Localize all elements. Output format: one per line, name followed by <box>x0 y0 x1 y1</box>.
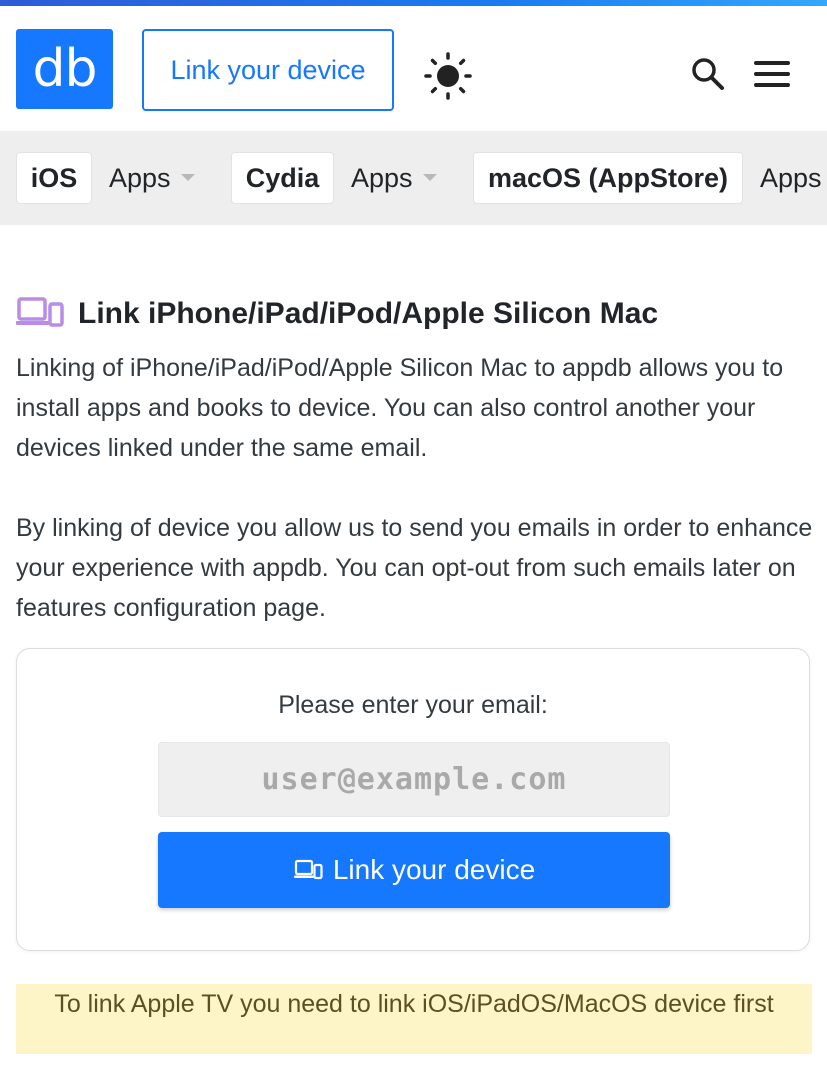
devices-icon <box>16 297 64 327</box>
nav-pill-ios[interactable]: iOS <box>16 152 92 204</box>
consent-paragraph: By linking of device you allow us to sen… <box>16 514 813 622</box>
caret-down-icon <box>180 174 195 182</box>
email-field-label: Please enter your email: <box>278 691 548 719</box>
search-button[interactable] <box>688 54 728 94</box>
link-device-submit-button[interactable]: Link your device <box>158 832 670 908</box>
apple-tv-notice: To link Apple TV you need to link iOS/iP… <box>16 984 812 1054</box>
devices-icon <box>293 859 323 879</box>
submit-button-label: Link your device <box>332 854 536 885</box>
site-header: db Link your device <box>0 6 827 131</box>
search-icon <box>692 58 724 90</box>
nav-dropdown-macos-apps[interactable]: Apps <box>760 152 827 204</box>
menu-button[interactable] <box>752 54 792 94</box>
hamburger-menu-icon <box>754 61 790 87</box>
appdb-logo[interactable]: db <box>16 29 113 109</box>
nav-pill-macos-appstore[interactable]: macOS (AppStore) <box>473 152 743 204</box>
platform-nav: iOS Apps Cydia Apps macOS (AppStore) App… <box>0 131 827 225</box>
page-title: Link iPhone/iPad/iPod/Apple Silicon Mac <box>16 292 816 336</box>
nav-dropdown-label: Apps <box>760 163 822 193</box>
nav-dropdown-label: Apps <box>351 163 413 193</box>
link-device-header-button[interactable]: Link your device <box>142 29 394 111</box>
caret-down-icon <box>422 174 437 182</box>
nav-dropdown-cydia-apps[interactable]: Apps <box>351 152 437 204</box>
sun-icon <box>424 52 472 100</box>
theme-toggle-button[interactable] <box>420 48 476 104</box>
intro-paragraph: Linking of iPhone/iPad/iPod/Apple Silico… <box>16 354 784 462</box>
email-field[interactable] <box>158 742 670 817</box>
nav-pill-cydia[interactable]: Cydia <box>231 152 334 204</box>
nav-dropdown-ios-apps[interactable]: Apps <box>109 152 195 204</box>
page-title-text: Link iPhone/iPad/iPod/Apple Silicon Mac <box>78 297 659 330</box>
nav-dropdown-label: Apps <box>109 163 171 193</box>
link-device-form-card: Please enter your email: Link your devic… <box>16 648 810 951</box>
